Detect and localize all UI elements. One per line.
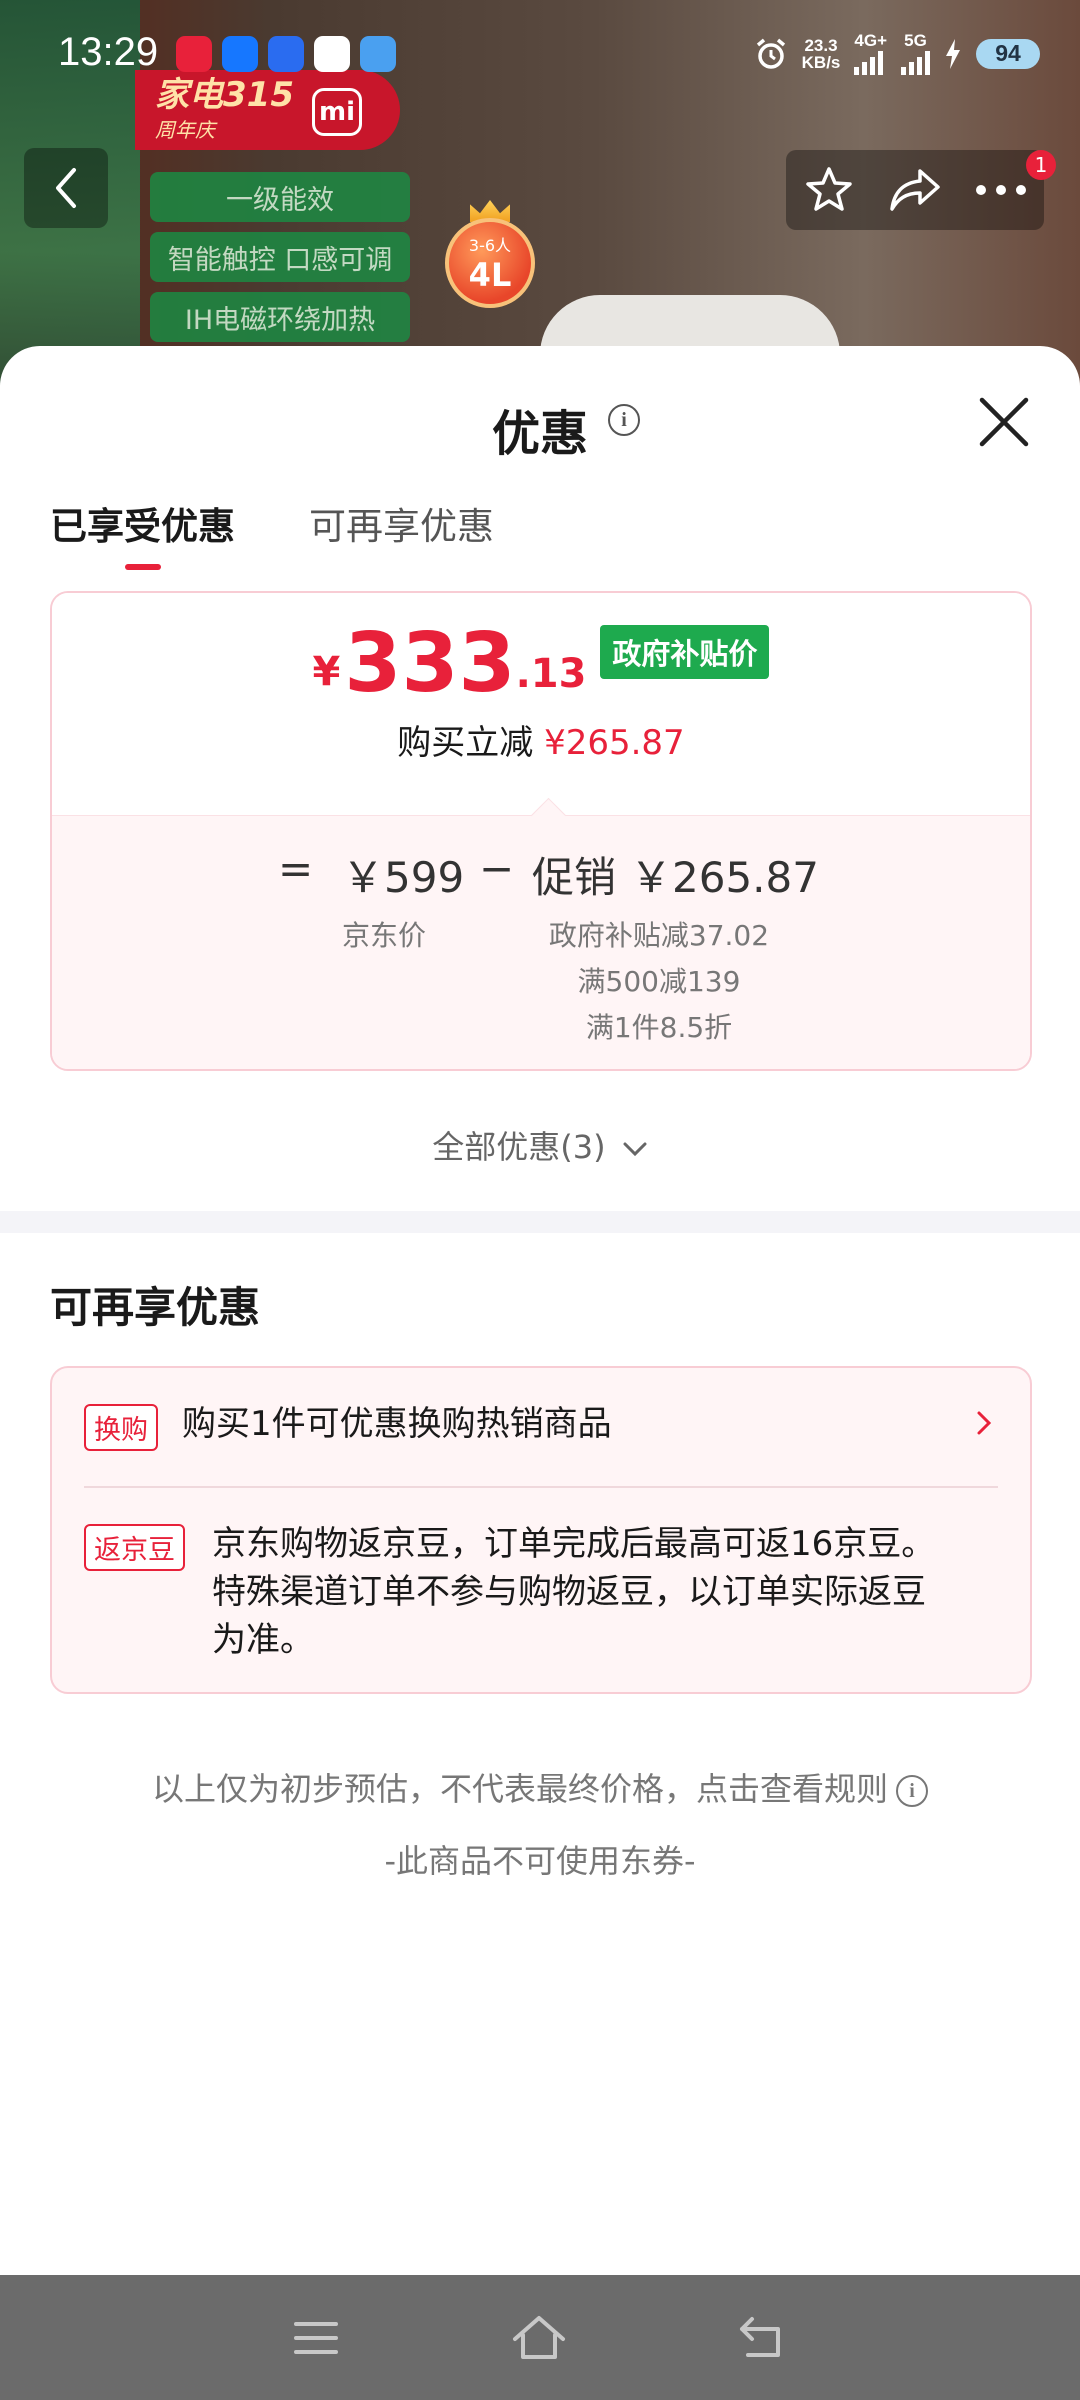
jingdou-text-line: 为准。 — [212, 1620, 314, 1660]
system-nav-bar — [0, 2275, 1080, 2400]
network-type: 4G+ — [854, 31, 887, 50]
charging-icon — [946, 38, 960, 69]
section-divider — [0, 1211, 1080, 1233]
jingdou-text-line: 特殊渠道订单不参与购物返豆，以订单实际返豆 — [212, 1572, 926, 1612]
tab-more-deals[interactable]: 可再享优惠 — [309, 496, 494, 570]
final-price: ¥ 333 .13 政府补贴价 — [52, 623, 1030, 705]
promo-item: 满1件8.5折 — [585, 1011, 733, 1044]
speed-value: 23.3 — [804, 35, 838, 55]
info-icon: i — [896, 1775, 928, 1807]
more-icon[interactable] — [975, 183, 1027, 197]
promo-label: 促销 — [532, 853, 617, 902]
net-speed: 23.3 KB/s — [802, 37, 841, 71]
feature-tag: 一级能效 — [150, 172, 410, 222]
signal-bars-icon — [901, 49, 930, 75]
network-1: 4G+ — [854, 32, 887, 75]
message-icon — [268, 36, 304, 72]
promo-amount: ￥265.87 — [630, 853, 819, 902]
price-card: ¥ 333 .13 政府补贴价 购买立减 ¥265.87 = ￥599 京东价 … — [50, 591, 1032, 1071]
feature-tag: IH电磁环绕加热 — [150, 292, 410, 342]
minus-sign: − — [479, 844, 515, 893]
coupon-note: -此商品不可使用东券- — [384, 1842, 696, 1880]
battery-indicator: 94 — [976, 38, 1040, 69]
chevron-left-icon — [56, 168, 76, 208]
map-icon — [314, 36, 350, 72]
notification-icons — [176, 36, 396, 72]
more-deals-card: 换购 购买1件可优惠换购热销商品 返京豆 京东购物返京豆，订单完成后最高可返16… — [50, 1366, 1032, 1694]
subsidy-price-tag: 政府补贴价 — [600, 625, 770, 679]
notification-badge: 1 — [1026, 150, 1056, 180]
save-label: 购买立减 — [397, 723, 534, 763]
menu-icon[interactable] — [292, 2318, 340, 2358]
app-icon — [360, 36, 396, 72]
discount-sheet: 优惠 i 已享受优惠 可再享优惠 ¥ 333 .13 政府补贴价 购买立减 ¥2… — [0, 346, 1080, 2275]
star-icon[interactable] — [803, 164, 855, 216]
status-bar: 13:29 23.3 KB/s 4G+ 5G 94 — [0, 0, 1080, 110]
top-action-group — [786, 150, 1044, 230]
badge-volume: 4L — [468, 256, 512, 294]
base-price-label: 京东价 — [342, 919, 427, 952]
chevron-down-icon — [623, 1142, 647, 1157]
row-separator — [84, 1486, 998, 1488]
alipay-icon — [222, 36, 258, 72]
alarm-icon — [756, 38, 785, 69]
rules-note-text: 以上仅为初步预估，不代表最终价格，点击查看规则 — [151, 1770, 888, 1808]
base-price: ￥599 — [342, 853, 465, 902]
info-icon[interactable]: i — [608, 404, 640, 436]
status-time: 13:29 — [58, 30, 159, 74]
back-nav-icon[interactable] — [738, 2315, 788, 2361]
close-icon[interactable] — [978, 396, 1030, 448]
jingdou-text-line: 京东购物返京豆，订单完成后最高可返16京豆。 — [212, 1524, 936, 1564]
tab-bar: 已享受优惠 可再享优惠 — [50, 496, 494, 570]
trade-in-text: 购买1件可优惠换购热销商品 — [182, 1404, 612, 1444]
final-price-section: ¥ 333 .13 政府补贴价 购买立减 ¥265.87 — [52, 593, 1030, 815]
chevron-right-icon — [977, 1411, 992, 1435]
currency-symbol: ¥ — [312, 649, 341, 695]
all-deals-toggle[interactable]: 全部优惠(3) — [0, 1122, 1080, 1168]
instant-discount: 购买立减 ¥265.87 — [52, 715, 1030, 764]
share-icon[interactable] — [888, 167, 942, 213]
network-2: 5G — [901, 32, 930, 75]
promo-item: 满500减139 — [577, 965, 741, 998]
price-integer: 333 — [344, 616, 516, 711]
price-decimal: .13 — [515, 651, 587, 697]
capacity-badge: 3-6人 4L — [445, 218, 535, 308]
signal-bars-icon — [854, 49, 887, 75]
trade-in-tag: 换购 — [84, 1404, 158, 1451]
speed-unit: KB/s — [801, 52, 841, 72]
all-deals-label: 全部优惠(3) — [432, 1128, 606, 1166]
badge-people: 3-6人 — [468, 236, 512, 255]
app-notification-icon — [176, 36, 212, 72]
status-right: 23.3 KB/s 4G+ 5G 94 — [754, 32, 1040, 75]
home-icon[interactable] — [510, 2313, 568, 2363]
equals-sign: = — [278, 844, 314, 893]
jingdou-tag: 返京豆 — [84, 1524, 185, 1571]
price-breakdown: = ￥599 京东价 − 促销 ￥265.87 政府补贴减37.02 满500减… — [52, 815, 1030, 1069]
network-type: 5G — [904, 31, 927, 50]
feature-tag: 智能触控 口感可调 — [150, 232, 410, 282]
banner-subtitle: 周年庆 — [155, 117, 215, 142]
save-amount: ¥265.87 — [544, 723, 685, 763]
back-button[interactable] — [24, 148, 108, 228]
more-deals-title: 可再享优惠 — [50, 1283, 261, 1332]
rules-note[interactable]: 以上仅为初步预估，不代表最终价格，点击查看规则 i — [0, 1764, 1080, 1810]
sheet-title: 优惠 — [491, 406, 588, 462]
tab-enjoyed-deals[interactable]: 已享受优惠 — [50, 496, 235, 570]
promo-item: 政府补贴减37.02 — [548, 919, 770, 952]
